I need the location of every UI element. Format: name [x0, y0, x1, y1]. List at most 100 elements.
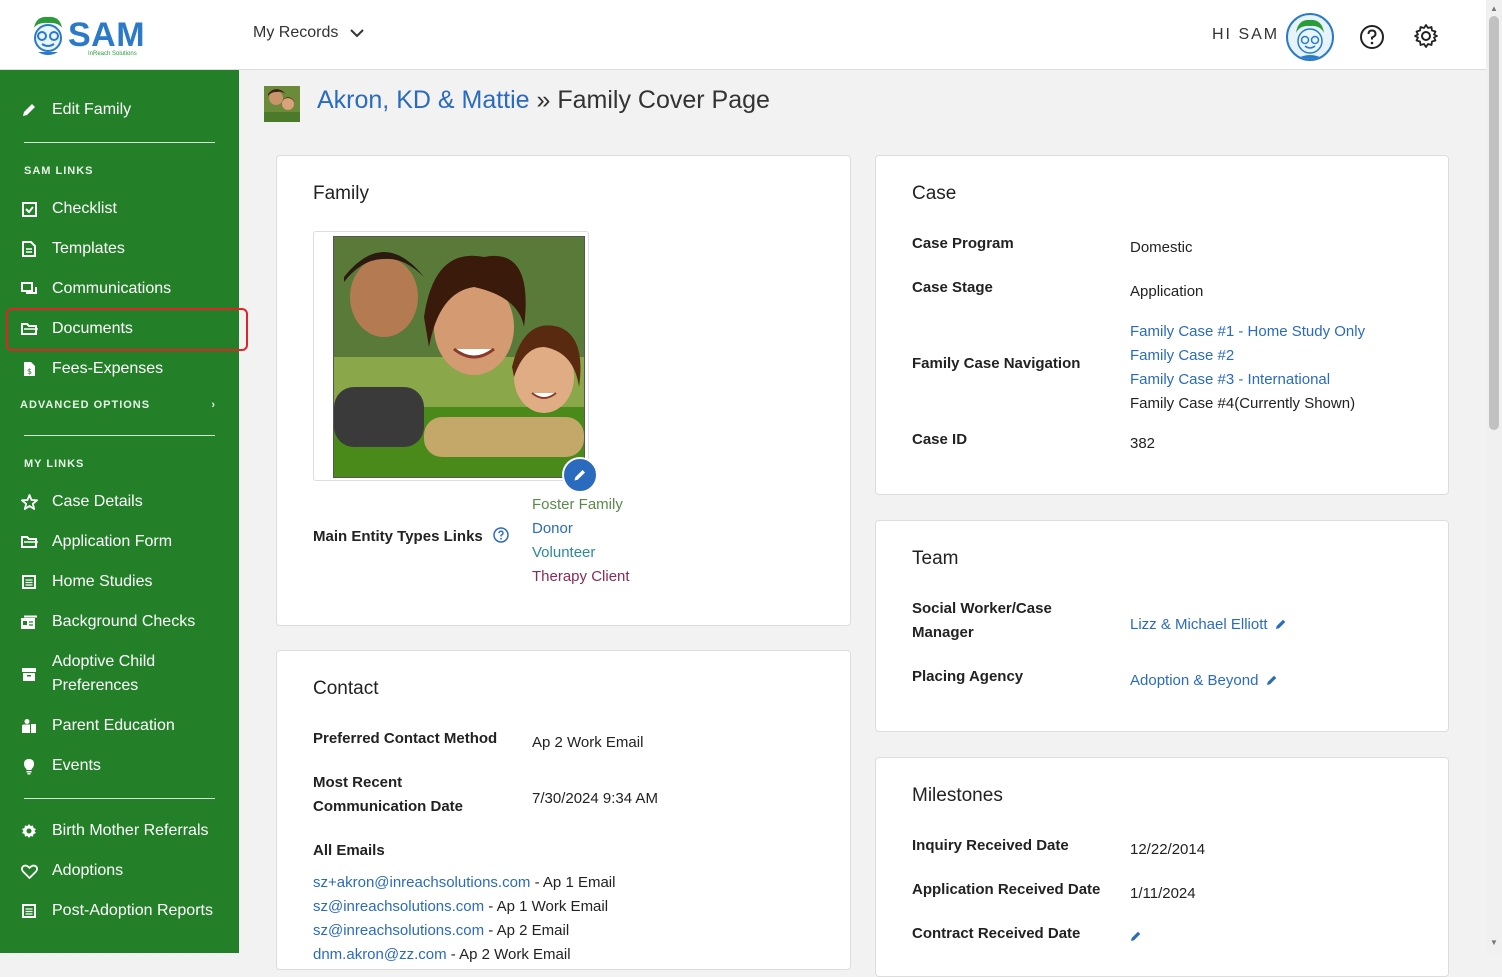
email-type: - Ap 2 Email: [484, 922, 570, 939]
documents-highlight-box: [6, 308, 248, 351]
preferred-contact-value: Ap 2 Work Email: [532, 734, 644, 751]
email-type: - Ap 1 Work Email: [484, 898, 609, 915]
case-program-label: Case Program: [912, 235, 1014, 252]
sidebar-item-case-details[interactable]: Case Details: [0, 490, 239, 514]
case-card-title: Case: [912, 183, 957, 204]
sidebar-item-label-line-1: Adoptive Child: [52, 653, 156, 670]
edit-pencil-icon[interactable]: [1130, 930, 1142, 942]
contact-card: Contact Preferred Contact Method Ap 2 Wo…: [276, 650, 851, 970]
family-case-link[interactable]: Family Case #3 - International: [1130, 368, 1365, 392]
help-icon[interactable]: [1359, 24, 1385, 50]
box-icon: [20, 665, 38, 683]
report-icon: [20, 902, 38, 920]
email-link[interactable]: sz@inreachsolutions.com: [313, 922, 484, 939]
lightbulb-icon: [20, 757, 38, 775]
family-case-link[interactable]: Family Case #1 - Home Study Only: [1130, 320, 1365, 344]
sidebar-item-label: Adoptions: [52, 862, 124, 879]
sidebar-item-background-checks[interactable]: Background Checks: [0, 610, 239, 634]
recent-communication-value: 7/30/2024 9:34 AM: [532, 790, 658, 807]
edit-photo-button[interactable]: [562, 457, 598, 493]
scroll-up-arrow-icon[interactable]: ▲: [1490, 4, 1498, 13]
sam-logo[interactable]: SAM InReach Solutions: [28, 14, 145, 57]
advanced-options-toggle[interactable]: ADVANCED OPTIONS ›: [20, 399, 216, 411]
contract-received-value: [1130, 926, 1142, 950]
team-card-title: Team: [912, 548, 959, 569]
sidebar-item-communications[interactable]: Communications: [0, 277, 239, 301]
social-worker-value: Lizz & Michael Elliott: [1130, 613, 1287, 637]
entity-type-link[interactable]: Donor: [532, 517, 630, 541]
email-row: sz@inreachsolutions.com - Ap 2 Email: [313, 919, 615, 943]
fees-icon: $: [20, 360, 38, 378]
sidebar-item-adoptions[interactable]: Adoptions: [0, 859, 239, 883]
sidebar-divider: [24, 798, 215, 799]
help-circle-icon[interactable]: [493, 527, 509, 543]
entity-type-link[interactable]: Foster Family: [532, 493, 630, 517]
pencil-icon: [574, 470, 585, 481]
family-case-link[interactable]: Family Case #2: [1130, 344, 1365, 368]
entity-types-list: Foster Family Donor Volunteer Therapy Cl…: [532, 493, 630, 589]
advanced-options-label: ADVANCED OPTIONS: [20, 399, 151, 411]
sidebar-item-checklist[interactable]: Checklist: [0, 197, 239, 221]
entity-type-link[interactable]: Therapy Client: [532, 565, 630, 589]
sidebar-item-edit-family[interactable]: Edit Family: [0, 98, 239, 122]
placing-agency-value: Adoption & Beyond: [1130, 669, 1278, 693]
my-records-dropdown[interactable]: My Records: [253, 24, 365, 42]
sidebar-item-events[interactable]: Events: [0, 754, 239, 778]
sidebar-item-application-form[interactable]: Application Form: [0, 530, 239, 554]
preferred-contact-label: Preferred Contact Method: [313, 730, 498, 747]
family-name-link[interactable]: Akron, KD & Mattie: [317, 86, 530, 114]
social-worker-label-line-1: Social Worker/Case: [912, 600, 1052, 617]
sidebar-item-fees-expenses[interactable]: $ Fees-Expenses: [0, 357, 239, 381]
inquiry-received-label: Inquiry Received Date: [912, 837, 1069, 854]
family-case-current: Family Case #4(Currently Shown): [1130, 395, 1356, 412]
logo-face-icon: [34, 16, 62, 55]
sidebar-item-birth-mother-referrals[interactable]: Birth Mother Referrals: [0, 819, 239, 843]
email-link[interactable]: sz+akron@inreachsolutions.com: [313, 874, 530, 891]
sidebar-item-adoptive-child-preferences[interactable]: Adoptive Child Preferences: [0, 650, 239, 698]
scroll-down-arrow-icon[interactable]: ▼: [1490, 938, 1498, 947]
avatar-face-icon: [1296, 19, 1324, 59]
social-worker-label-line-2: Manager: [912, 624, 974, 641]
social-worker-label: Social Worker/Case Manager: [912, 597, 1052, 645]
list-icon: [20, 573, 38, 591]
case-navigation-label: Family Case Navigation: [912, 355, 1081, 372]
placing-agency-link[interactable]: Adoption & Beyond: [1130, 672, 1258, 689]
sidebar-item-parent-education[interactable]: Parent Education: [0, 714, 239, 738]
sidebar-item-label: Fees-Expenses: [52, 360, 164, 377]
star-icon: [20, 493, 38, 511]
contract-received-label: Contract Received Date: [912, 925, 1081, 942]
case-id-label: Case ID: [912, 431, 968, 448]
sidebar-divider: [24, 435, 215, 436]
milestones-card-title: Milestones: [912, 785, 1003, 806]
communications-icon: [20, 280, 38, 298]
sidebar-item-templates[interactable]: Templates: [0, 237, 239, 261]
social-worker-link[interactable]: Lizz & Michael Elliott: [1130, 616, 1268, 633]
user-avatar[interactable]: [1286, 13, 1334, 61]
email-link[interactable]: sz@inreachsolutions.com: [313, 898, 484, 915]
logo-subtext: InReach Solutions: [88, 51, 137, 57]
edit-pencil-icon[interactable]: [1266, 674, 1278, 686]
greeting: HI SAM: [1212, 26, 1280, 43]
scroll-thumb[interactable]: [1489, 16, 1499, 430]
top-bar: SAM InReach Solutions My Records HI SAM: [0, 0, 1486, 70]
case-id-value: 382: [1130, 435, 1156, 452]
case-program-value: Domestic: [1130, 239, 1193, 256]
entity-type-link[interactable]: Volunteer: [532, 541, 630, 565]
sidebar-item-post-adoption-reports[interactable]: Post-Adoption Reports: [0, 899, 239, 923]
page-scrollbar[interactable]: ▲ ▼: [1486, 0, 1502, 953]
family-photo: [333, 236, 585, 478]
team-card: Team Social Worker/Case Manager Lizz & M…: [875, 520, 1449, 732]
family-photo-frame: [313, 231, 589, 481]
inquiry-received-value: 12/22/2014: [1130, 841, 1206, 858]
education-icon: [20, 717, 38, 735]
sidebar-item-home-studies[interactable]: Home Studies: [0, 570, 239, 594]
sidebar-item-label: Parent Education: [52, 717, 175, 734]
sidebar-item-label: Background Checks: [52, 613, 196, 630]
checklist-icon: [20, 200, 38, 218]
all-emails-label: All Emails: [313, 842, 385, 859]
edit-pencil-icon[interactable]: [1275, 618, 1287, 630]
email-link[interactable]: dnm.akron@zz.com: [313, 946, 447, 963]
settings-gear-icon[interactable]: [1413, 23, 1439, 49]
family-thumbnail: [264, 86, 300, 122]
pencil-icon: [20, 101, 38, 119]
